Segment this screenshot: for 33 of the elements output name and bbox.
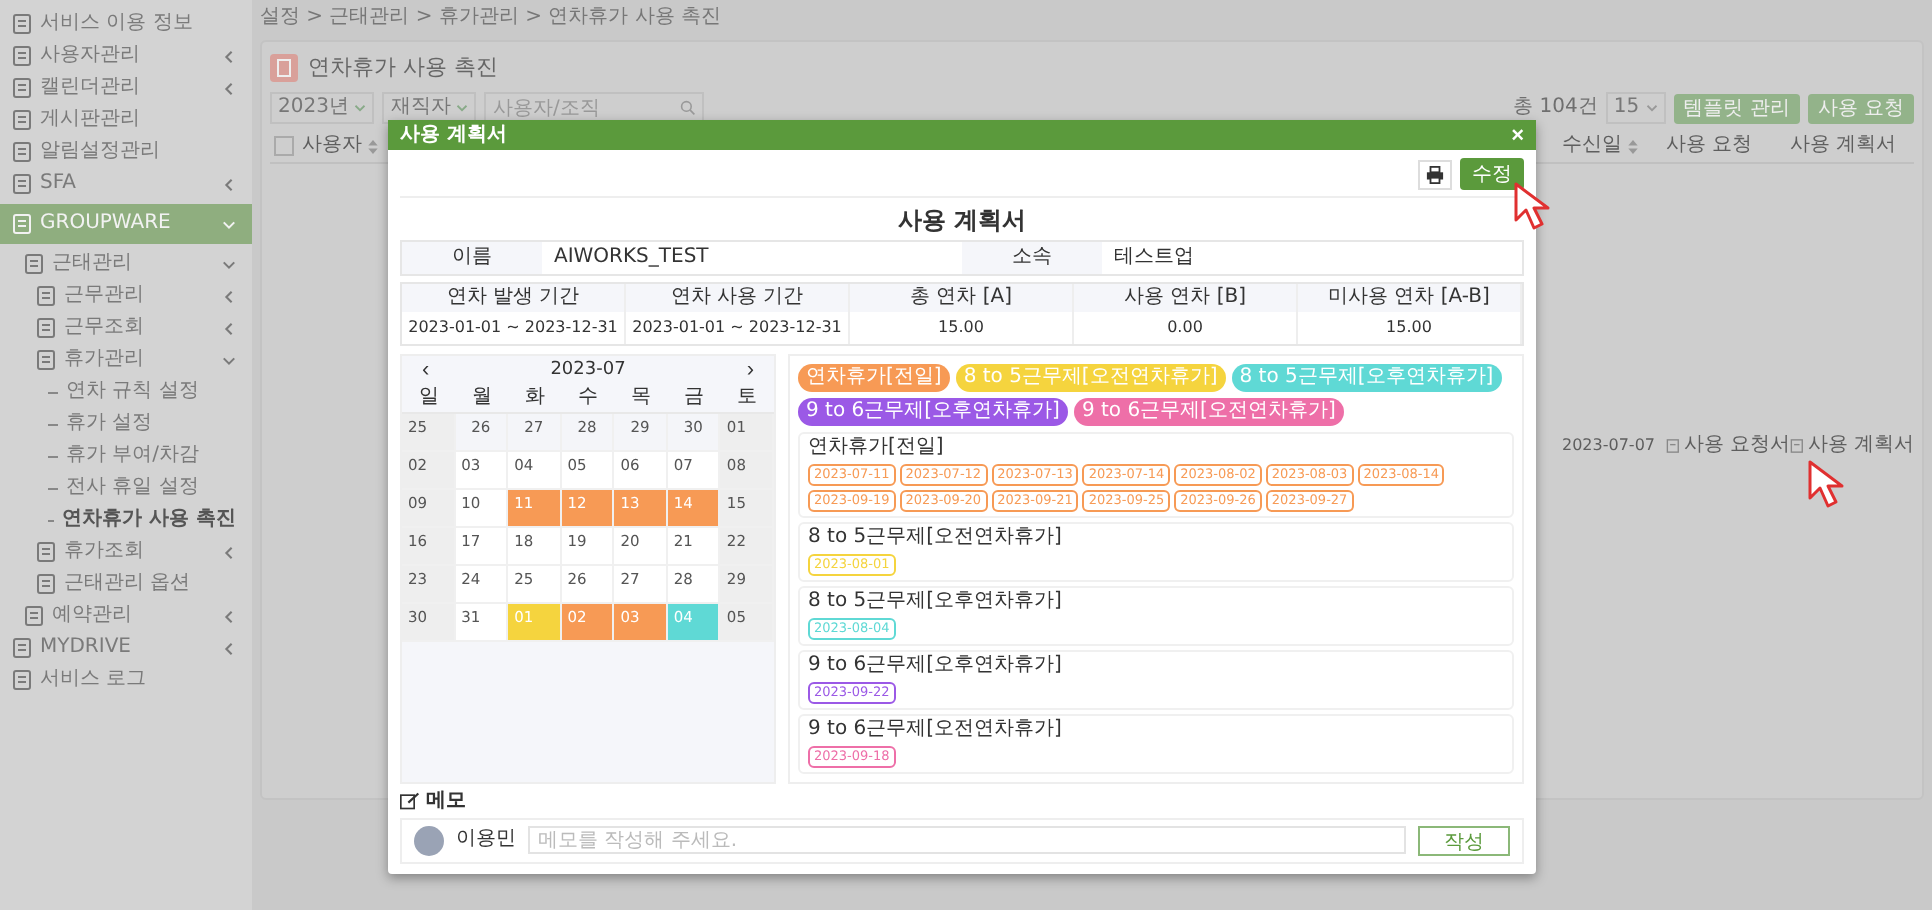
breadcrumb: 설정 > 근태관리 > 휴가관리 > 연차휴가 사용 촉진 (260, 6, 724, 32)
document-heading: 사용 계획서 (895, 204, 1029, 238)
column-header: 사용 연차 [B] (1074, 284, 1298, 313)
column-header: 미사용 연차 [A-B] (1298, 284, 1522, 313)
table-cell: 0.00 (1074, 312, 1298, 344)
field-value: 테스트업 (1112, 244, 1196, 273)
table-cell: 2023-01-01 ~ 2023-12-31 (402, 312, 626, 344)
legend-tag: 9 to 6근무제[오후연차휴가] (798, 397, 1068, 426)
group-title: 9 to 6근무제[오전연차휴가] (808, 717, 1064, 742)
legend-tag: 9 to 6근무제[오전연차휴가] (1073, 397, 1344, 426)
field-value: AIWORKS_TEST (552, 244, 711, 273)
dialog-title: 사용 계획서 (400, 123, 507, 147)
field-label: 소속 (962, 242, 1102, 275)
page-title: 연차휴가 사용 촉진 (308, 54, 498, 82)
group-title: 8 to 5근무제[오전연차휴가] (808, 525, 1064, 550)
column-header: 연차 발생 기간 (402, 284, 626, 313)
author-name: 이용민 (456, 828, 516, 853)
table-cell-text: 2023-07-07 (1562, 436, 1657, 456)
legend-tag: 8 to 5근무제[오전연차휴가] (955, 363, 1226, 392)
legend-tag: 연차휴가[전일] (798, 363, 950, 392)
group-title: 8 to 5근무제[오후연차휴가] (808, 589, 1064, 614)
table-cell: 2023-01-01 ~ 2023-12-31 (626, 312, 850, 344)
total-count: 총 104건 (1513, 96, 1598, 120)
group-title: 9 to 6근무제[오후연차휴가] (808, 653, 1064, 678)
column-header: 총 연차 [A] (850, 284, 1074, 313)
field-label: 이름 (402, 242, 542, 275)
group-title: 연차휴가[전일] (808, 435, 946, 460)
month-label: 2023-07 (550, 359, 626, 381)
memo-heading: 메모 (426, 789, 466, 814)
table-cell: 15.00 (1298, 312, 1522, 344)
legend-tag: 8 to 5근무제[오후연차휴가] (1231, 363, 1502, 392)
column-header: 연차 사용 기간 (626, 284, 850, 313)
table-cell: 15.00 (850, 312, 1074, 344)
